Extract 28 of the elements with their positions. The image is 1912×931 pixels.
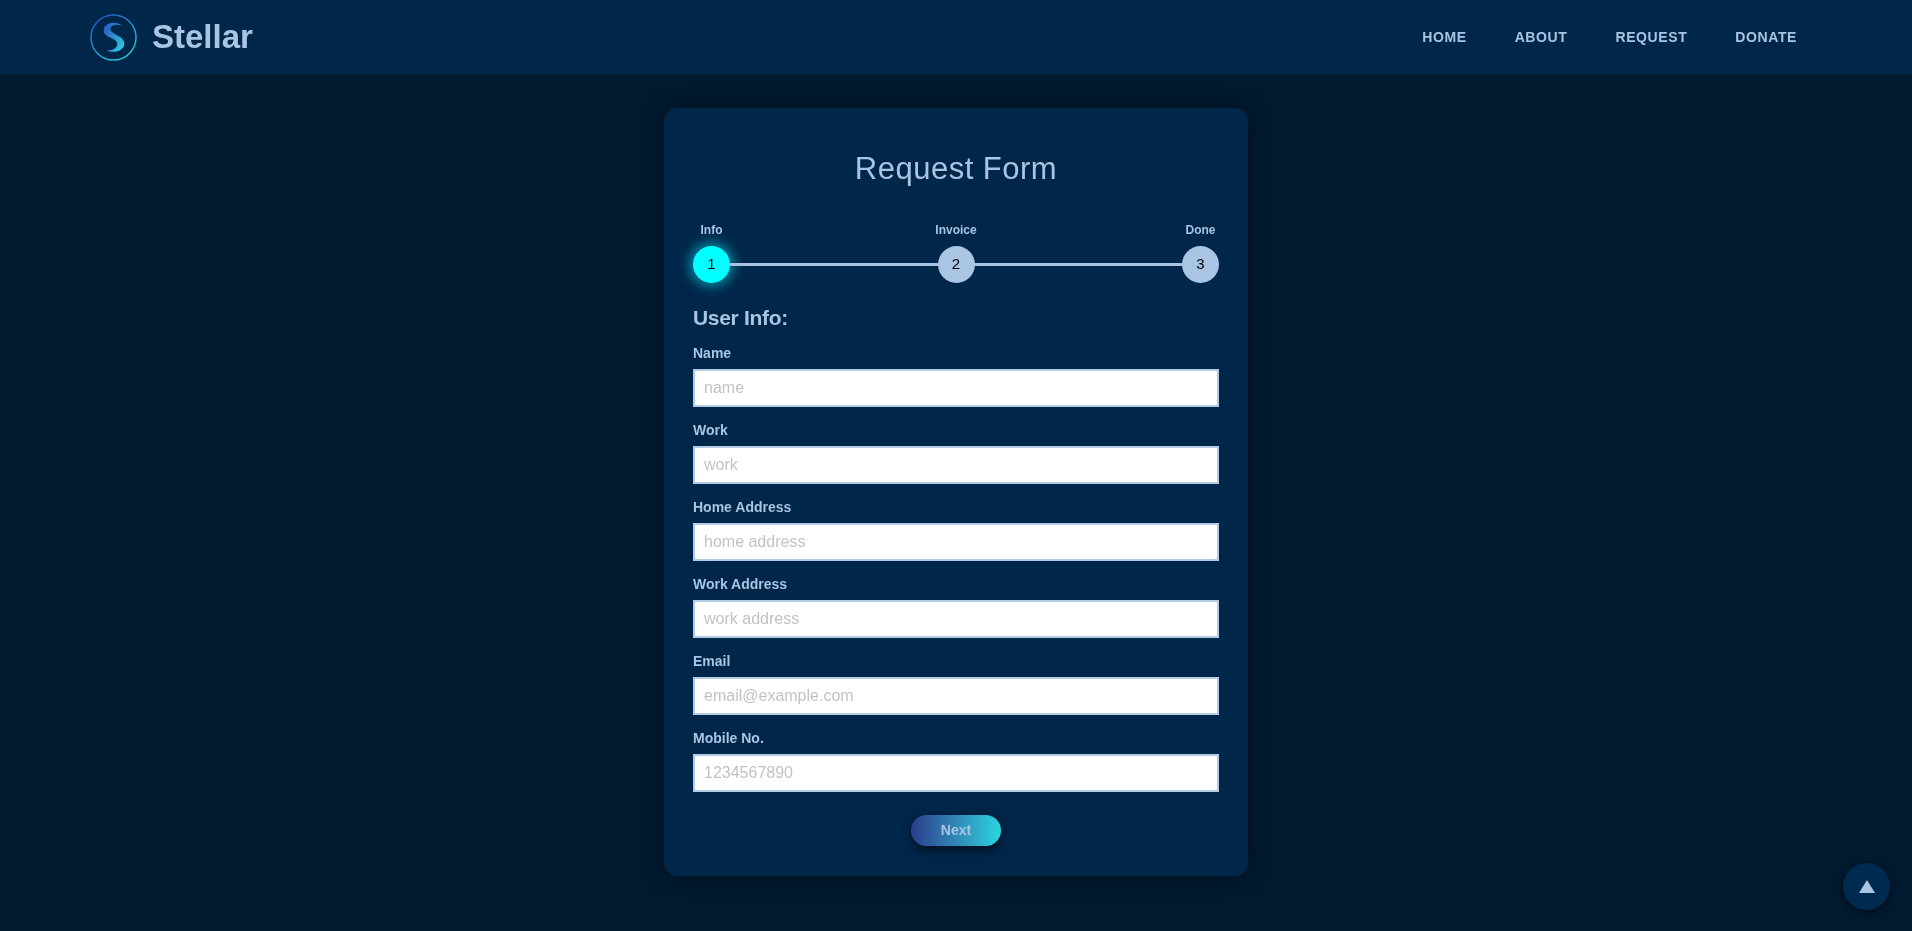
field-label: Email [693, 651, 732, 671]
field-label: Work [693, 420, 729, 440]
step-label: Invoice [935, 222, 977, 238]
nav-link[interactable]: HOME [1398, 27, 1491, 47]
nav-link[interactable]: REQUEST [1591, 27, 1712, 47]
field-label: Name [693, 343, 733, 363]
text-input[interactable]: email@example.com [693, 676, 1219, 715]
step-label: Done [1185, 222, 1216, 238]
text-input[interactable]: work [693, 445, 1219, 484]
scroll-top-button[interactable] [1843, 863, 1890, 910]
brand-name[interactable]: Stellar [152, 17, 253, 57]
nav-link[interactable]: ABOUT [1490, 27, 1592, 47]
section-heading: User Info: [693, 304, 789, 331]
field-label: Work Address [693, 574, 789, 594]
step-label: Info [700, 222, 723, 238]
field-label: Mobile No. [693, 728, 765, 748]
text-input[interactable]: name [693, 368, 1219, 407]
text-input[interactable]: work address [693, 599, 1219, 638]
field-label: Home Address [693, 497, 793, 517]
step-indicator: 2 [937, 245, 975, 283]
triangle-up-icon [1858, 880, 1875, 893]
step-indicator: 3 [1182, 245, 1219, 283]
logo-icon [90, 13, 137, 61]
text-input[interactable]: home address [693, 522, 1219, 561]
step-indicator: 1 [693, 245, 730, 283]
nav-link[interactable]: DONATE [1711, 27, 1821, 47]
form-title: Request Form [853, 150, 1059, 188]
text-input[interactable]: 1234567890 [693, 753, 1219, 792]
